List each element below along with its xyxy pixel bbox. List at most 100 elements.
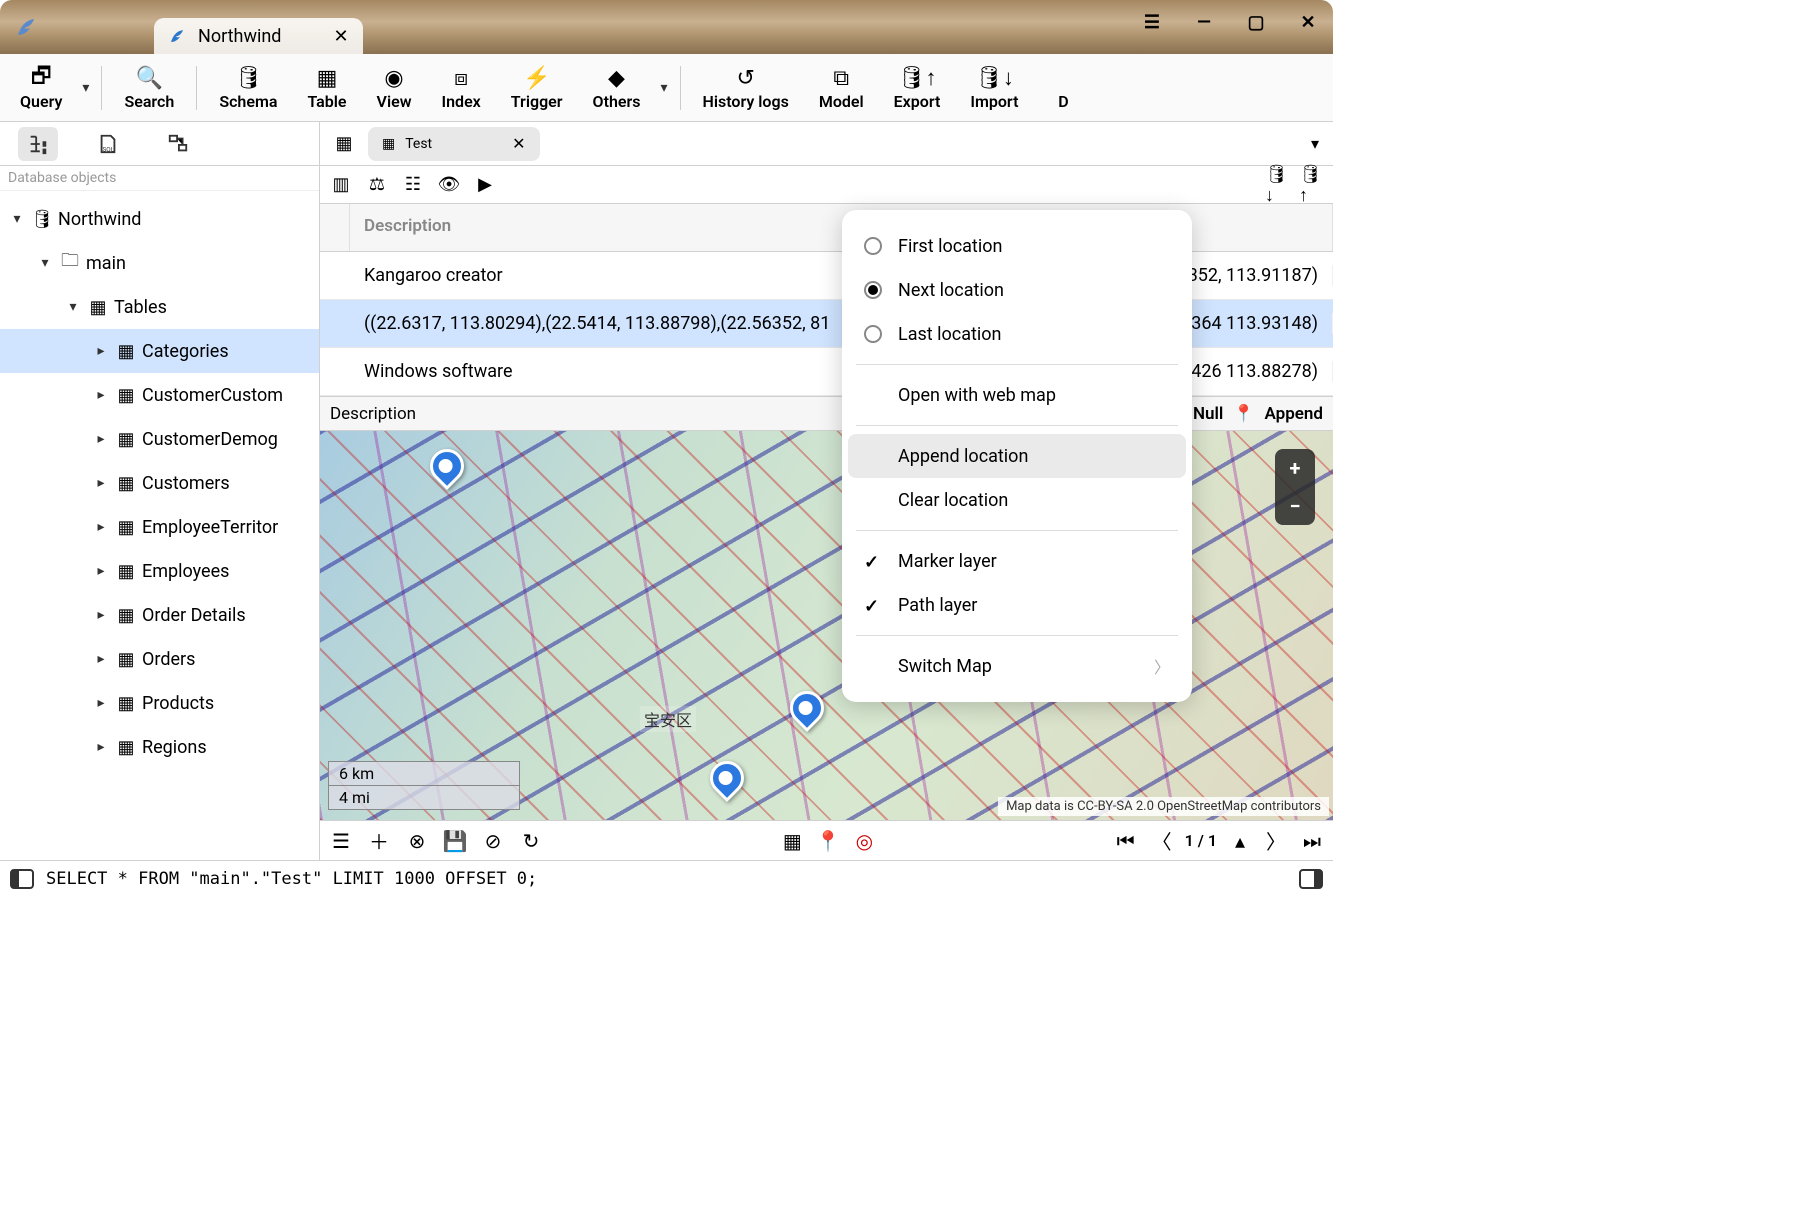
model-button[interactable]: ⧉Model <box>805 60 878 115</box>
map-district-label: 宝安区 <box>640 706 696 732</box>
statusbar: SELECT * FROM "main"."Test" LIMIT 1000 O… <box>0 860 1333 896</box>
db-upload-icon[interactable]: 🛢↑ <box>1299 172 1325 198</box>
menu-last-location[interactable]: Last location <box>842 312 1192 356</box>
close-window-icon[interactable]: ✕ <box>1291 8 1325 36</box>
export-button[interactable]: 🛢↑Export <box>880 60 955 115</box>
tree-table-employeeterritor[interactable]: ▸▦EmployeeTerritor <box>0 505 319 549</box>
tree-table-employees[interactable]: ▸▦Employees <box>0 549 319 593</box>
maximize-icon[interactable]: ▢ <box>1239 8 1273 36</box>
zoom-out-button[interactable]: − <box>1275 487 1315 525</box>
menu-clear-location[interactable]: Clear location <box>842 478 1192 522</box>
svg-text:SQL: SQL <box>103 145 115 153</box>
tree-table-orders[interactable]: ▸▦Orders <box>0 637 319 681</box>
tree-table-regions[interactable]: ▸▦Regions <box>0 725 319 769</box>
list-icon[interactable]: ☷ <box>400 172 426 198</box>
tree-database[interactable]: ▾🛢Northwind <box>0 197 319 241</box>
feather-icon <box>168 27 186 45</box>
left-panel-toggle[interactable] <box>10 869 34 889</box>
first-page-icon[interactable]: ⏮ <box>1113 828 1139 854</box>
table-button[interactable]: ▦Table <box>293 60 360 115</box>
add-row-icon[interactable]: ＋ <box>366 828 392 854</box>
next-page-icon[interactable]: 〉 <box>1263 828 1289 854</box>
db-download-icon[interactable]: 🛢↓ <box>1265 172 1291 198</box>
save-icon[interactable]: 💾 <box>442 828 468 854</box>
content-tab-label: Test <box>405 136 432 152</box>
view-button[interactable]: ◉View <box>363 60 426 115</box>
sidebar-tabs: SQL <box>0 122 319 166</box>
tree-table-customercustom[interactable]: ▸▦CustomerCustom <box>0 373 319 417</box>
schema-button[interactable]: 🛢Schema <box>205 60 291 115</box>
grid-view-icon[interactable]: ▦ <box>779 828 805 854</box>
mini-toolbar: ▥ ⚖ ☷ 👁 ▶ 🛢↓ 🛢↑ <box>320 166 1333 204</box>
history-logs-button[interactable]: ↺History logs <box>689 60 803 115</box>
tree-table-orderdetails[interactable]: ▸▦Order Details <box>0 593 319 637</box>
hamburger-icon[interactable]: ☰ <box>1135 8 1169 36</box>
page-indicator: 1 / 1 <box>1185 831 1217 850</box>
menu-next-location[interactable]: Next location <box>842 268 1192 312</box>
menu-marker-layer[interactable]: ✓Marker layer <box>842 539 1192 583</box>
content-tabs-dropdown-icon[interactable]: ▾ <box>1303 134 1327 153</box>
import-button[interactable]: 🛢↓Import <box>956 60 1032 115</box>
minimize-icon[interactable]: — <box>1187 8 1221 36</box>
window-controls: ☰ — ▢ ✕ <box>1135 8 1325 36</box>
window-tab-close-icon[interactable]: ✕ <box>333 26 348 47</box>
sidebar-tab-sql-icon[interactable]: SQL <box>88 127 128 161</box>
others-button[interactable]: ◆Others <box>579 60 655 115</box>
status-sql: SELECT * FROM "main"."Test" LIMIT 1000 O… <box>46 869 537 889</box>
window-tab[interactable]: Northwind ✕ <box>154 18 363 54</box>
query-button[interactable]: 🗗Query <box>6 60 76 115</box>
content-tab-grid-icon[interactable]: ▦ <box>326 128 362 160</box>
tree-schema[interactable]: ▾🗀main <box>0 241 319 285</box>
play-icon[interactable]: ▶ <box>472 172 498 198</box>
delete-row-icon[interactable]: ⊗ <box>404 828 430 854</box>
tree-table-products[interactable]: ▸▦Products <box>0 681 319 725</box>
index-button[interactable]: ⧈Index <box>428 60 495 115</box>
target-icon[interactable]: ◎ <box>851 828 877 854</box>
pin-icon[interactable]: 📍 <box>1233 404 1254 424</box>
last-page-icon[interactable]: ⏭ <box>1299 828 1325 854</box>
scale-km: 6 km <box>329 762 519 786</box>
app-icon <box>14 15 38 39</box>
trigger-button[interactable]: ⚡Trigger <box>497 60 577 115</box>
search-button[interactable]: 🔍Search <box>110 60 188 115</box>
columns-icon[interactable]: ▥ <box>328 172 354 198</box>
zoom-in-button[interactable]: + <box>1275 449 1315 487</box>
eye-icon[interactable]: 👁 <box>436 172 462 198</box>
sidebar-tab-tree-icon[interactable] <box>18 127 58 161</box>
tree-tables-folder[interactable]: ▾▦Tables <box>0 285 319 329</box>
map-scale-bar: 6 km 4 mi <box>328 761 520 810</box>
menu-path-layer[interactable]: ✓Path layer <box>842 583 1192 627</box>
sidebar-search-input[interactable]: Database objects <box>0 166 319 191</box>
balance-icon[interactable]: ⚖ <box>364 172 390 198</box>
right-panel-toggle[interactable] <box>1299 869 1323 889</box>
location-icon[interactable]: 📍 <box>815 828 841 854</box>
table-icon: ▦ <box>382 136 395 152</box>
sidebar-tab-diagram-icon[interactable] <box>158 127 198 161</box>
menu-append-location[interactable]: Append location <box>848 434 1186 478</box>
page-up-icon[interactable]: ▴ <box>1227 828 1253 854</box>
titlebar: Northwind ✕ ☰ — ▢ ✕ <box>0 0 1333 54</box>
menu-first-location[interactable]: First location <box>842 224 1192 268</box>
sidebar: SQL Database objects ▾🛢Northwind ▾🗀main … <box>0 122 320 860</box>
null-button[interactable]: Null <box>1193 404 1223 424</box>
menu-switch-map[interactable]: Switch Map 〉 <box>842 644 1192 688</box>
cancel-icon[interactable]: ⊘ <box>480 828 506 854</box>
context-menu: First location Next location Last locati… <box>842 210 1192 702</box>
refresh-icon[interactable]: ↻ <box>518 828 544 854</box>
map-marker[interactable] <box>783 684 831 732</box>
menu-open-web-map[interactable]: Open with web map <box>842 373 1192 417</box>
chevron-right-icon: 〉 <box>1154 654 1170 678</box>
content-tab-test[interactable]: ▦ Test ✕ <box>368 127 540 161</box>
map-marker[interactable] <box>423 442 471 490</box>
tree-table-customerdemog[interactable]: ▸▦CustomerDemog <box>0 417 319 461</box>
query-dropdown-icon[interactable]: ▾ <box>78 80 93 96</box>
tree-table-categories[interactable]: ▸▦Categories <box>0 329 319 373</box>
map-marker[interactable] <box>703 754 751 802</box>
d-button[interactable]: D <box>1034 60 1092 115</box>
tree-table-customers[interactable]: ▸▦Customers <box>0 461 319 505</box>
prev-page-icon[interactable]: 〈 <box>1149 828 1175 854</box>
others-dropdown-icon[interactable]: ▾ <box>656 80 671 96</box>
content-tab-close-icon[interactable]: ✕ <box>512 134 525 153</box>
menu-icon[interactable]: ☰ <box>328 828 354 854</box>
append-button[interactable]: Append <box>1265 404 1323 424</box>
